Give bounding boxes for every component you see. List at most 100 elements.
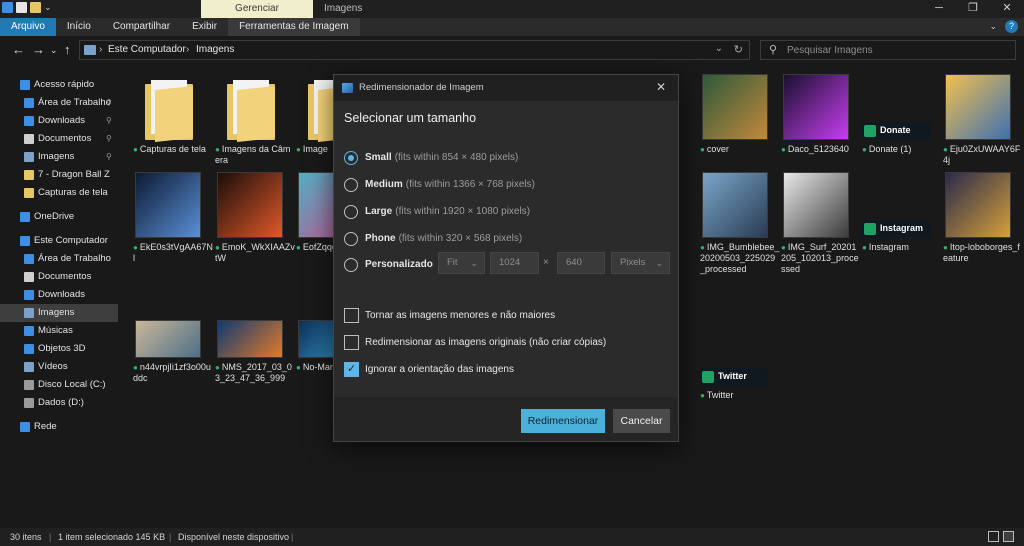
properties-icon[interactable] <box>2 2 13 13</box>
cancel-button[interactable]: Cancelar <box>613 409 670 433</box>
sidebar-item-label: Imagens <box>38 307 75 318</box>
help-icon[interactable]: ? <box>1005 20 1018 33</box>
radio-phone[interactable] <box>344 232 358 246</box>
minimize-button[interactable]: ─ <box>922 0 956 18</box>
search-box[interactable]: ⚲ <box>760 40 1016 60</box>
checkbox-replace-originals[interactable] <box>344 335 359 350</box>
sidebar-item[interactable]: Dados (D:) <box>0 394 118 412</box>
sidebar-item[interactable]: Vídeos <box>0 358 118 376</box>
sidebar-item-label: Área de Trabalho <box>38 97 111 108</box>
new-folder-icon[interactable] <box>30 2 41 13</box>
sidebar-item[interactable]: OneDrive <box>0 208 118 226</box>
sidebar-item[interactable]: Disco Local (C:) <box>0 376 118 394</box>
sidebar-item[interactable]: Este Computador <box>0 232 118 250</box>
radio-small[interactable] <box>344 151 358 165</box>
sidebar-item[interactable]: Objetos 3D <box>0 340 118 358</box>
window-controls: ─ ❐ ✕ <box>922 0 1024 18</box>
sidebar-item[interactable]: Área de Trabalho ⚲ <box>0 94 118 112</box>
dialog-close-button[interactable]: ✕ <box>656 80 666 94</box>
tab-ferramentas-de-imagem[interactable]: Ferramentas de Imagem <box>228 18 360 36</box>
back-button[interactable]: ← <box>12 42 25 57</box>
thumbnail <box>217 320 283 358</box>
refresh-icon[interactable]: ↻ <box>734 43 743 56</box>
details-view-icon[interactable] <box>988 531 999 542</box>
width-input[interactable]: 1024 <box>490 252 539 274</box>
sidebar-item[interactable]: Documentos <box>0 268 118 286</box>
sidebar-item[interactable]: Imagens <box>0 304 118 322</box>
large-icons-view-icon[interactable] <box>1003 531 1014 542</box>
file-name: ● IMG_Bumblebee_20200503_225029_processed <box>700 242 780 275</box>
close-window-button[interactable]: ✕ <box>990 0 1024 18</box>
file-name: ● Eju0ZxUWAAY6F4j <box>943 144 1023 166</box>
radio-personalizado[interactable] <box>344 258 358 272</box>
fit-mode-select[interactable]: Fit ⌄ <box>438 252 485 274</box>
qat-dropdown-icon[interactable]: ⌄ <box>44 2 52 13</box>
breadcrumb-este-computador[interactable]: Este Computador <box>108 44 186 55</box>
radio-medium[interactable] <box>344 178 358 192</box>
checkmark-icon[interactable] <box>16 2 27 13</box>
thumbnail-label: Twitter <box>718 371 747 381</box>
pin-icon: ⚲ <box>106 134 112 143</box>
unit-value: Pixels <box>620 257 646 268</box>
option-personalizado-label: Personalizado <box>365 259 433 270</box>
sidebar-item-label: Acesso rápido <box>34 79 95 90</box>
sidebar-item[interactable]: Músicas <box>0 322 118 340</box>
radio-large[interactable] <box>344 205 358 219</box>
file-name-text: Image <box>302 144 328 154</box>
desktop-icon <box>24 254 34 264</box>
resize-button[interactable]: Redimensionar <box>521 409 605 433</box>
unit-select[interactable]: Pixels ⌄ <box>611 252 670 274</box>
breadcrumb-imagens[interactable]: Imagens <box>196 44 234 55</box>
address-bar[interactable]: › Este Computador › Imagens ⌄ ↻ <box>79 40 750 60</box>
search-input[interactable] <box>787 43 1007 57</box>
tab-exibir[interactable]: Exibir <box>181 18 228 36</box>
image-resizer-icon <box>342 83 353 93</box>
ribbon-tabs: Arquivo Início Compartilhar Exibir Ferra… <box>0 18 1024 36</box>
availability-status: Disponível neste dispositivo <box>178 532 290 542</box>
address-dropdown-icon[interactable]: ⌄ <box>715 43 723 54</box>
manage-context-tab[interactable]: Gerenciar <box>201 0 313 18</box>
sidebar-item-label: Este Computador <box>34 235 108 246</box>
sync-status-icon: ● <box>215 145 220 154</box>
sidebar-item[interactable]: 7 - Dragon Ball Z <box>0 166 118 184</box>
sidebar-item[interactable]: Capturas de tela <box>0 184 118 202</box>
pictures-folder-icon <box>84 45 96 55</box>
file-name: ● Capturas de tela <box>133 144 213 155</box>
sidebar-item[interactable]: Downloads <box>0 286 118 304</box>
logo-icon <box>864 125 876 137</box>
height-value: 640 <box>566 257 582 268</box>
sync-status-icon: ● <box>862 243 867 252</box>
folder-icon <box>24 170 34 180</box>
file-name-text: Imagens da Câmera <box>215 144 291 165</box>
chevron-down-icon: ⌄ <box>470 258 478 268</box>
sidebar-item[interactable]: Downloads ⚲ <box>0 112 118 130</box>
sidebar-item[interactable]: Área de Trabalho <box>0 250 118 268</box>
file-name-text: Itop-loboborges_feature <box>943 242 1020 263</box>
thumbnail <box>945 172 1011 238</box>
title-bar: ⌄ Gerenciar Imagens ─ ❐ ✕ <box>0 0 1024 18</box>
up-button[interactable]: ↑ <box>64 42 71 57</box>
sync-status-icon: ● <box>700 391 705 400</box>
sidebar-item[interactable]: Documentos ⚲ <box>0 130 118 148</box>
maximize-button[interactable]: ❐ <box>956 0 990 18</box>
height-input[interactable]: 640 <box>557 252 605 274</box>
file-name: ● NMS_2017_03_03_23_47_36_999 <box>215 362 295 384</box>
desktop-icon <box>24 98 34 108</box>
tab-arquivo[interactable]: Arquivo <box>0 18 56 36</box>
checkbox-ignore-orientation[interactable] <box>344 362 359 377</box>
tab-compartilhar[interactable]: Compartilhar <box>102 18 181 36</box>
recent-locations-button[interactable]: ⌄ <box>50 45 58 56</box>
sync-status-icon: ● <box>296 363 301 372</box>
sidebar-item[interactable]: Imagens ⚲ <box>0 148 118 166</box>
forward-button[interactable]: → <box>32 42 45 57</box>
sidebar-item[interactable]: Rede <box>0 418 118 436</box>
sidebar-item[interactable]: Acesso rápido <box>0 76 118 94</box>
thumbnail <box>217 172 283 238</box>
checkbox-shrink-only[interactable] <box>344 308 359 323</box>
sync-status-icon: ● <box>943 145 948 154</box>
file-name-text: n44vrpjIi1zf3o00uddc <box>133 362 211 383</box>
expand-ribbon-icon[interactable]: ⌄ <box>989 21 997 32</box>
width-value: 1024 <box>499 257 521 268</box>
tab-inicio[interactable]: Início <box>56 18 102 36</box>
video-icon <box>24 362 34 372</box>
